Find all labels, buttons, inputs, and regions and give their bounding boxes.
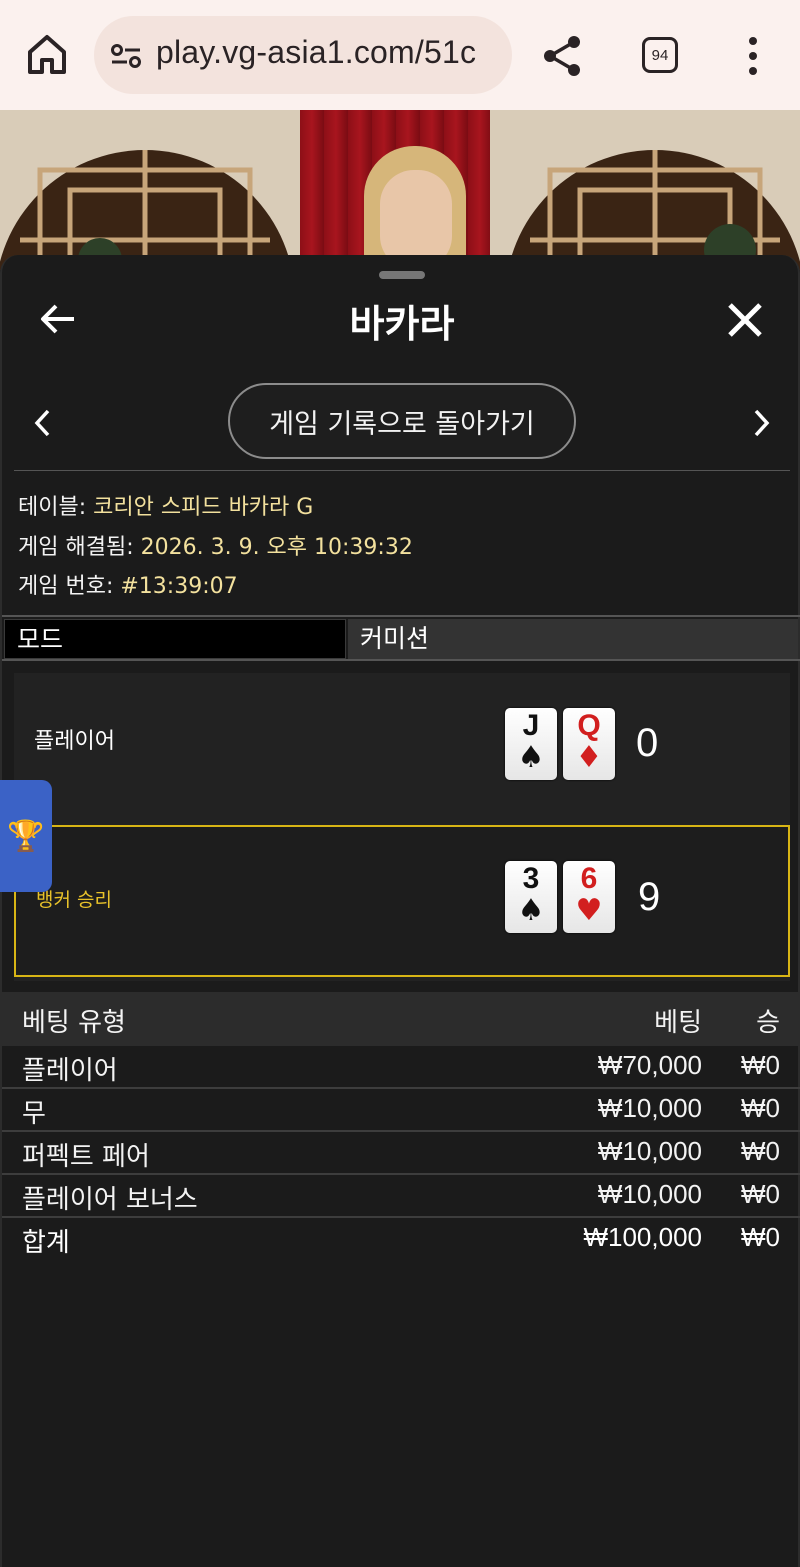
playing-card: Q ♦: [563, 708, 615, 780]
tabs-icon[interactable]: 94: [642, 37, 678, 73]
player-hand-label: 플레이어: [34, 729, 115, 754]
win-amount: ₩0: [741, 1050, 780, 1080]
lattice-decoration: [490, 110, 800, 270]
trophy-icon: 🏆: [7, 818, 45, 854]
total-bet: ₩100,000: [583, 1222, 702, 1252]
table-row: 무 ₩10,000 ₩0: [2, 1089, 800, 1132]
hand-results: 플레이어 J ♠ Q ♦ 0 뱅커 승리 3 ♠ 6 ♥ 9: [14, 673, 790, 981]
game-number-info: 게임 번호: #13:39:07: [18, 568, 238, 600]
playing-card: J ♠: [505, 708, 557, 780]
heart-icon: ♥: [575, 893, 603, 928]
playing-card: 6 ♥: [563, 861, 615, 933]
mode-row: 모드 커미션: [2, 615, 800, 661]
resolved-label: 게임 해결됨:: [18, 535, 141, 560]
resolved-info: 게임 해결됨: 2026. 3. 9. 오후 10:39:32: [18, 529, 413, 561]
banker-hand: 뱅커 승리 3 ♠ 6 ♥ 9: [14, 825, 790, 977]
player-score: 0: [636, 721, 659, 765]
bet-amount: ₩70,000: [597, 1050, 702, 1080]
table-info: 테이블: 코리안 스피드 바카라 G: [18, 489, 313, 521]
header-win: 승: [756, 1008, 780, 1038]
bet-amount: ₩10,000: [597, 1179, 702, 1209]
total-label: 합계: [22, 1228, 70, 1258]
header-bet: 베팅: [654, 1008, 702, 1038]
divider: [14, 470, 790, 471]
bet-amount: ₩10,000: [597, 1093, 702, 1123]
card-rank: 6: [580, 862, 598, 895]
url-bar[interactable]: play.vg-asia1.com/51c: [94, 16, 512, 94]
site-settings-icon[interactable]: [110, 41, 142, 71]
game-detail-sheet: 바카라 게임 기록으로 돌아가기 테이블: 코리안 스피드 바카라 G 게임 해…: [0, 255, 800, 1567]
more-vert-icon[interactable]: [738, 34, 768, 78]
spade-icon: ♠: [517, 893, 545, 928]
trophy-tab[interactable]: 🏆: [0, 780, 52, 892]
page-title: 바카라: [349, 302, 455, 346]
card-rank: 3: [522, 862, 540, 895]
bet-type: 무: [22, 1099, 46, 1129]
card-rank: J: [522, 709, 540, 742]
table-row: 플레이어 보너스 ₩10,000 ₩0: [2, 1175, 800, 1218]
table-value: 코리안 스피드 바카라 G: [93, 495, 314, 520]
card-rank: Q: [577, 709, 601, 742]
game-number-value: #13:39:07: [120, 574, 238, 599]
bet-amount: ₩10,000: [597, 1136, 702, 1166]
url-text[interactable]: play.vg-asia1.com/51c: [156, 34, 476, 71]
mode-label: 모드: [4, 619, 346, 659]
live-video: [0, 110, 800, 270]
player-hand: 플레이어 J ♠ Q ♦ 0: [14, 673, 790, 825]
mode-value: 커미션: [348, 619, 798, 659]
total-row: 합계 ₩100,000 ₩0: [2, 1218, 800, 1261]
spade-icon: ♠: [517, 740, 545, 775]
back-to-history-button[interactable]: 게임 기록으로 돌아가기: [228, 383, 576, 459]
table-label: 테이블:: [18, 495, 94, 520]
banker-score: 9: [638, 875, 661, 919]
browser-toolbar: play.vg-asia1.com/51c 94: [0, 0, 800, 110]
bet-table-header: 베팅 유형 베팅 승: [2, 992, 800, 1046]
sheet-drag-handle[interactable]: [379, 271, 425, 279]
bet-type: 퍼펙트 페어: [22, 1142, 150, 1172]
total-win: ₩0: [741, 1222, 780, 1252]
game-number-label: 게임 번호:: [18, 574, 121, 599]
table-row: 퍼펙트 페어 ₩10,000 ₩0: [2, 1132, 800, 1175]
resolved-value: 2026. 3. 9. 오후 10:39:32: [140, 535, 413, 560]
diamond-icon: ♦: [575, 740, 603, 775]
home-icon[interactable]: [22, 32, 72, 78]
share-icon[interactable]: [540, 33, 586, 79]
header-bet-type: 베팅 유형: [22, 1008, 126, 1038]
win-amount: ₩0: [741, 1179, 780, 1209]
win-amount: ₩0: [741, 1093, 780, 1123]
bet-type: 플레이어: [22, 1056, 118, 1086]
lattice-decoration: [0, 110, 310, 270]
chevron-right-icon[interactable]: [748, 405, 774, 441]
playing-card: 3 ♠: [505, 861, 557, 933]
win-amount: ₩0: [741, 1136, 780, 1166]
bet-type: 플레이어 보너스: [22, 1185, 198, 1215]
table-row: 플레이어 ₩70,000 ₩0: [2, 1046, 800, 1089]
tab-count: 94: [651, 46, 669, 64]
chevron-left-icon[interactable]: [30, 405, 56, 441]
close-icon[interactable]: [724, 299, 766, 341]
